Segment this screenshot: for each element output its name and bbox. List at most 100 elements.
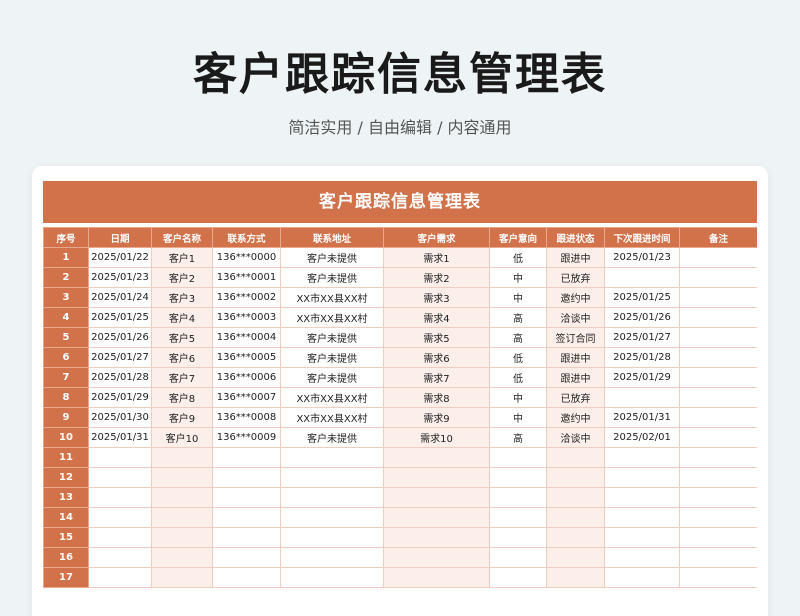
row-index-cell[interactable]: 16 bbox=[43, 547, 89, 568]
table-cell[interactable] bbox=[679, 247, 757, 268]
table-cell[interactable] bbox=[679, 307, 757, 328]
table-cell[interactable]: 需求5 bbox=[383, 327, 490, 348]
table-cell[interactable] bbox=[151, 527, 213, 548]
table-cell[interactable] bbox=[604, 547, 680, 568]
table-cell[interactable] bbox=[280, 487, 384, 508]
table-cell[interactable] bbox=[383, 487, 490, 508]
table-cell[interactable] bbox=[88, 507, 152, 528]
table-cell[interactable] bbox=[489, 507, 547, 528]
table-cell[interactable] bbox=[679, 407, 757, 428]
table-cell[interactable]: 需求3 bbox=[383, 287, 490, 308]
table-cell[interactable] bbox=[212, 547, 281, 568]
table-cell[interactable] bbox=[151, 567, 213, 588]
table-cell[interactable]: 已放弃 bbox=[546, 387, 605, 408]
table-cell[interactable] bbox=[212, 507, 281, 528]
table-cell[interactable] bbox=[679, 267, 757, 288]
table-cell[interactable]: 136***0000 bbox=[212, 247, 281, 268]
table-cell[interactable]: 2025/02/01 bbox=[604, 427, 680, 448]
table-cell[interactable] bbox=[151, 467, 213, 488]
table-cell[interactable]: 2025/01/29 bbox=[604, 367, 680, 388]
row-index-cell[interactable]: 4 bbox=[43, 307, 89, 328]
table-cell[interactable] bbox=[489, 567, 547, 588]
table-cell[interactable]: 客户10 bbox=[151, 427, 213, 448]
table-cell[interactable] bbox=[604, 387, 680, 408]
table-cell[interactable]: XX市XX县XX村 bbox=[280, 307, 384, 328]
row-index-cell[interactable]: 3 bbox=[43, 287, 89, 308]
row-index-cell[interactable]: 11 bbox=[43, 447, 89, 468]
table-cell[interactable]: 跟进中 bbox=[546, 347, 605, 368]
table-cell[interactable] bbox=[604, 487, 680, 508]
table-cell[interactable] bbox=[212, 447, 281, 468]
table-cell[interactable]: 客户1 bbox=[151, 247, 213, 268]
table-cell[interactable] bbox=[383, 567, 490, 588]
row-index-cell[interactable]: 7 bbox=[43, 367, 89, 388]
table-cell[interactable] bbox=[383, 447, 490, 468]
table-cell[interactable]: 客户7 bbox=[151, 367, 213, 388]
table-cell[interactable]: 客户未提供 bbox=[280, 367, 384, 388]
row-index-cell[interactable]: 14 bbox=[43, 507, 89, 528]
table-cell[interactable]: 2025/01/28 bbox=[88, 367, 152, 388]
table-cell[interactable] bbox=[679, 327, 757, 348]
table-cell[interactable]: 客户3 bbox=[151, 287, 213, 308]
table-cell[interactable]: 需求6 bbox=[383, 347, 490, 368]
table-cell[interactable]: 136***0004 bbox=[212, 327, 281, 348]
table-cell[interactable]: 2025/01/28 bbox=[604, 347, 680, 368]
table-cell[interactable] bbox=[151, 547, 213, 568]
table-cell[interactable] bbox=[679, 387, 757, 408]
table-cell[interactable]: 客户5 bbox=[151, 327, 213, 348]
table-cell[interactable]: 高 bbox=[489, 327, 547, 348]
table-cell[interactable]: 洽谈中 bbox=[546, 427, 605, 448]
table-cell[interactable]: 客户4 bbox=[151, 307, 213, 328]
table-cell[interactable]: 跟进中 bbox=[546, 247, 605, 268]
table-cell[interactable] bbox=[546, 507, 605, 528]
table-cell[interactable] bbox=[280, 467, 384, 488]
table-cell[interactable] bbox=[679, 507, 757, 528]
table-cell[interactable]: XX市XX县XX村 bbox=[280, 387, 384, 408]
table-cell[interactable] bbox=[679, 527, 757, 548]
table-cell[interactable] bbox=[546, 447, 605, 468]
table-cell[interactable]: 邀约中 bbox=[546, 407, 605, 428]
table-cell[interactable]: 低 bbox=[489, 367, 547, 388]
table-cell[interactable]: 客户6 bbox=[151, 347, 213, 368]
table-cell[interactable] bbox=[280, 527, 384, 548]
table-cell[interactable] bbox=[383, 507, 490, 528]
table-cell[interactable] bbox=[546, 567, 605, 588]
table-cell[interactable] bbox=[151, 447, 213, 468]
table-cell[interactable] bbox=[151, 487, 213, 508]
table-cell[interactable]: 136***0003 bbox=[212, 307, 281, 328]
table-cell[interactable]: XX市XX县XX村 bbox=[280, 287, 384, 308]
table-cell[interactable]: 需求8 bbox=[383, 387, 490, 408]
table-cell[interactable]: 需求10 bbox=[383, 427, 490, 448]
table-cell[interactable]: 136***0008 bbox=[212, 407, 281, 428]
table-cell[interactable] bbox=[212, 567, 281, 588]
row-index-cell[interactable]: 9 bbox=[43, 407, 89, 428]
table-cell[interactable]: 客户未提供 bbox=[280, 267, 384, 288]
table-cell[interactable]: 中 bbox=[489, 387, 547, 408]
table-cell[interactable] bbox=[604, 467, 680, 488]
table-cell[interactable] bbox=[679, 447, 757, 468]
table-cell[interactable]: 中 bbox=[489, 267, 547, 288]
table-cell[interactable]: 跟进中 bbox=[546, 367, 605, 388]
table-cell[interactable] bbox=[604, 567, 680, 588]
table-cell[interactable] bbox=[546, 527, 605, 548]
table-cell[interactable]: 2025/01/26 bbox=[604, 307, 680, 328]
table-cell[interactable]: 客户8 bbox=[151, 387, 213, 408]
table-cell[interactable]: 需求9 bbox=[383, 407, 490, 428]
table-cell[interactable]: 2025/01/25 bbox=[88, 307, 152, 328]
table-cell[interactable]: 中 bbox=[489, 287, 547, 308]
table-cell[interactable]: 邀约中 bbox=[546, 287, 605, 308]
table-cell[interactable]: 客户未提供 bbox=[280, 347, 384, 368]
table-cell[interactable]: 2025/01/27 bbox=[604, 327, 680, 348]
table-cell[interactable] bbox=[489, 447, 547, 468]
row-index-cell[interactable]: 2 bbox=[43, 267, 89, 288]
table-cell[interactable] bbox=[679, 487, 757, 508]
row-index-cell[interactable]: 8 bbox=[43, 387, 89, 408]
row-index-cell[interactable]: 13 bbox=[43, 487, 89, 508]
table-cell[interactable]: 2025/01/29 bbox=[88, 387, 152, 408]
table-cell[interactable] bbox=[604, 527, 680, 548]
table-cell[interactable] bbox=[383, 547, 490, 568]
row-index-cell[interactable]: 15 bbox=[43, 527, 89, 548]
table-cell[interactable]: 需求2 bbox=[383, 267, 490, 288]
table-cell[interactable] bbox=[679, 367, 757, 388]
table-cell[interactable]: 2025/01/23 bbox=[604, 247, 680, 268]
